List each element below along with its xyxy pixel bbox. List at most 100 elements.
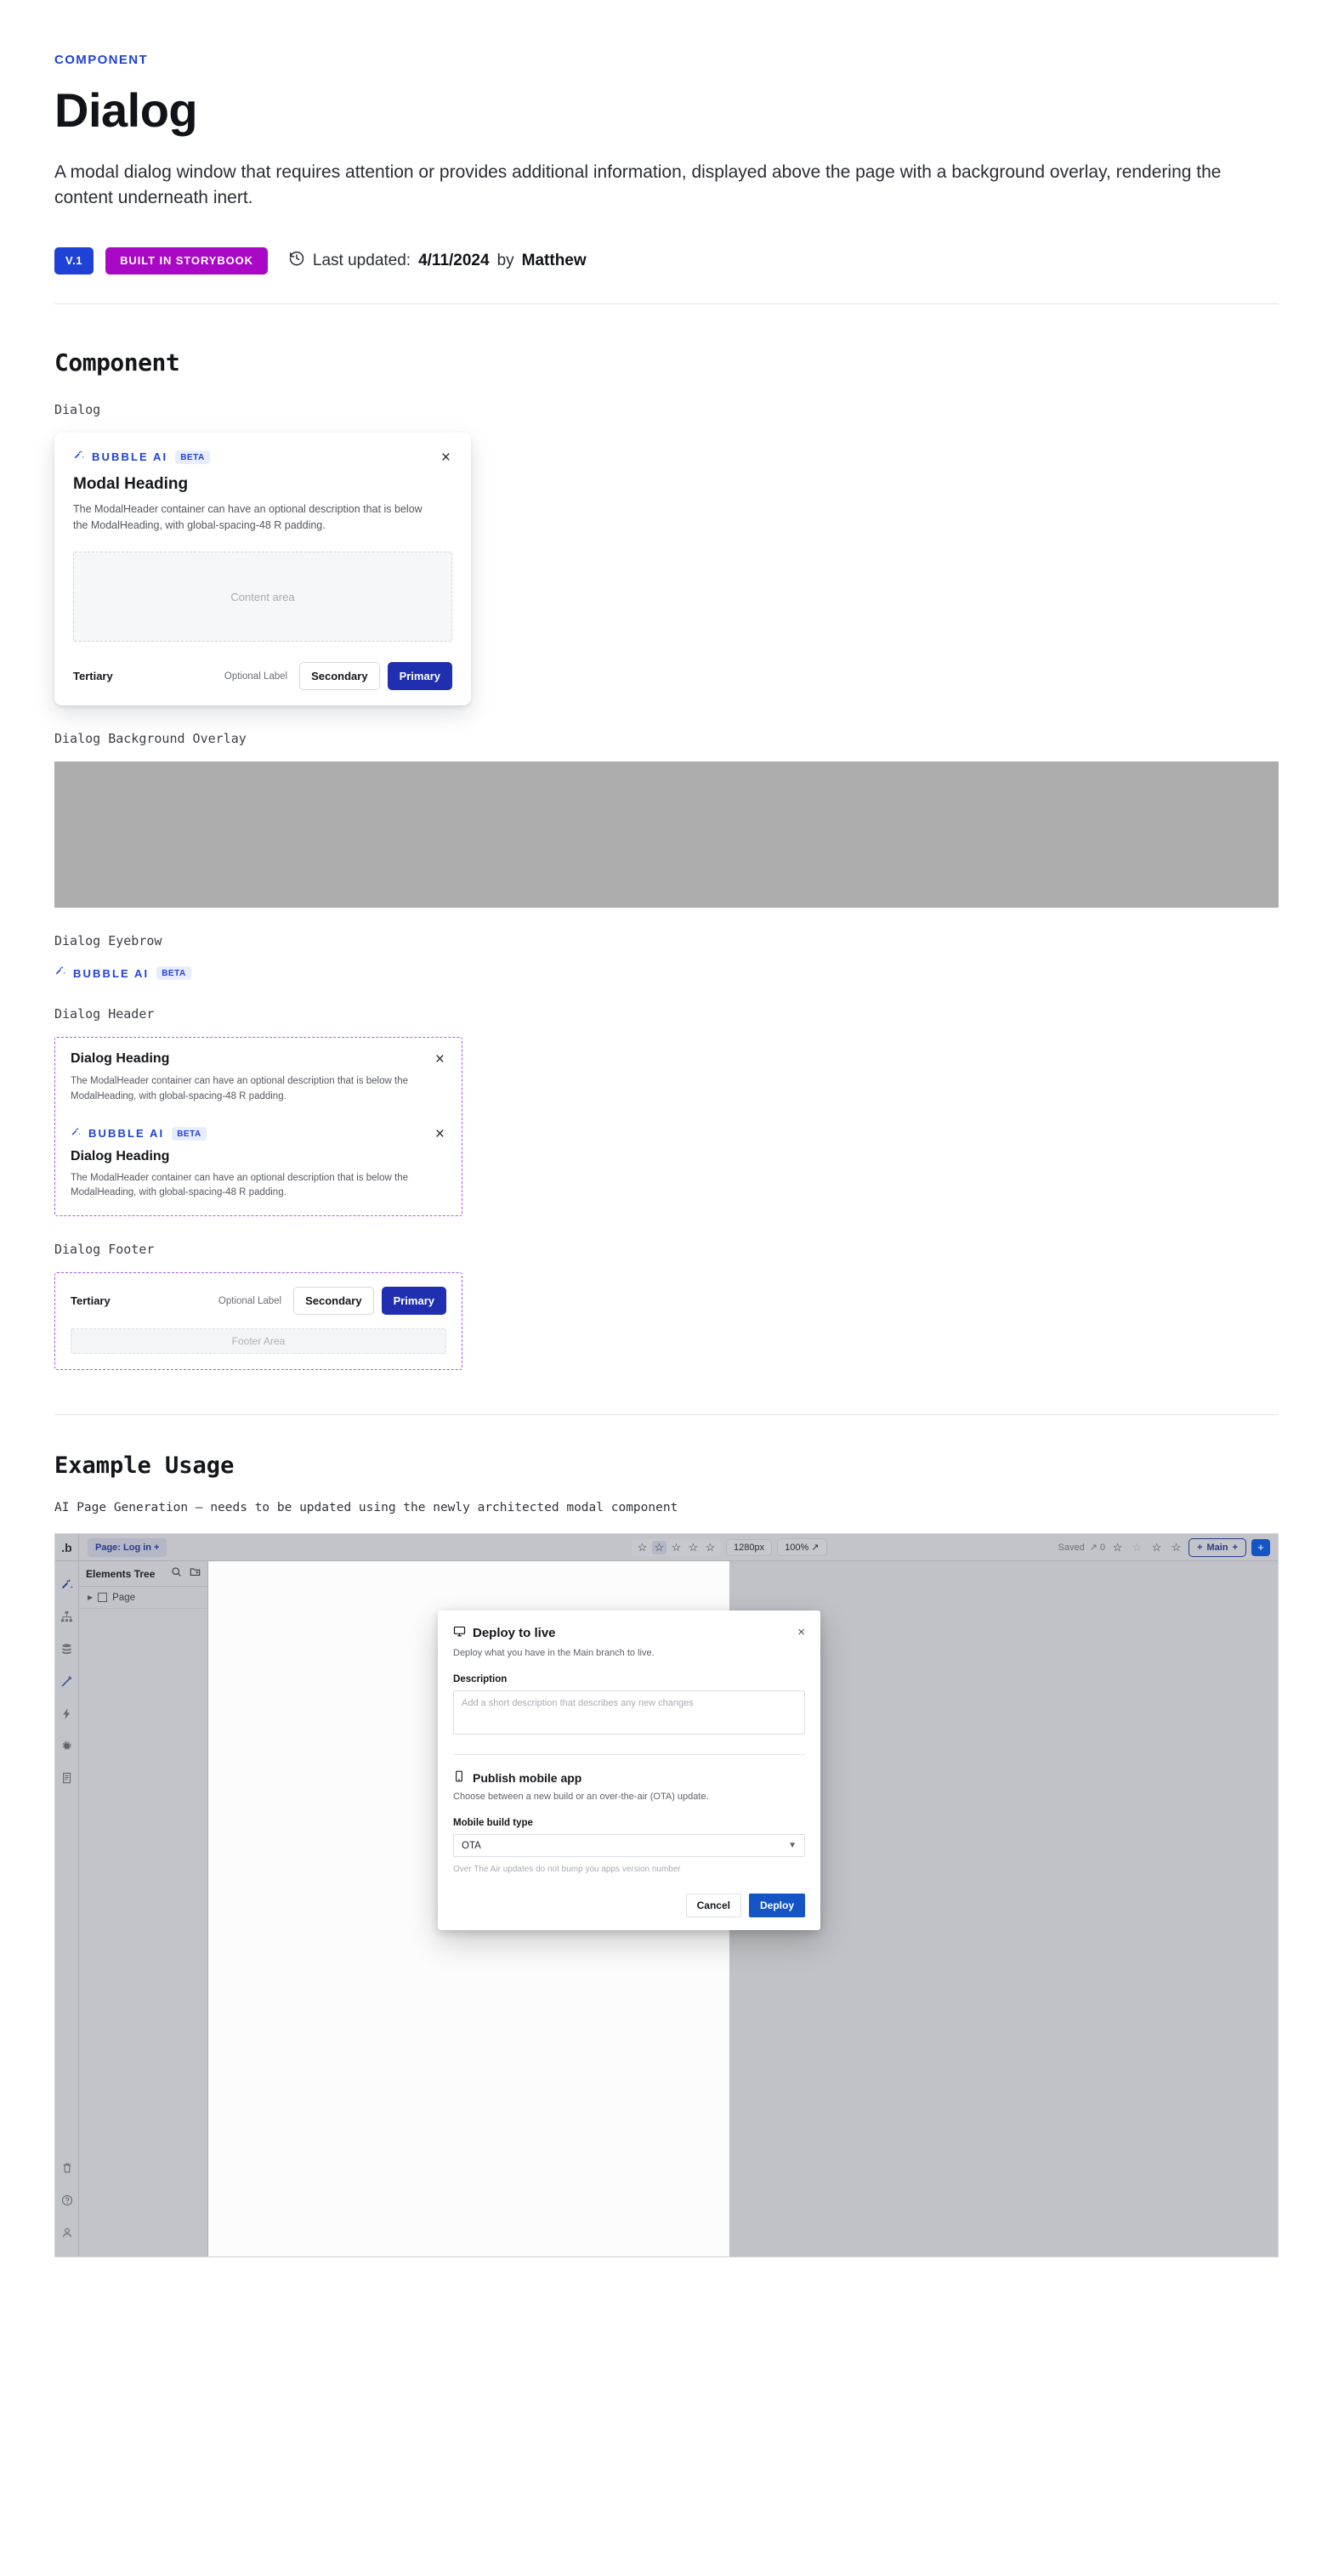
primary-button[interactable]: Primary [387, 662, 452, 691]
component-section-title: Component [54, 348, 180, 376]
deploy-modal-subtitle: Deploy what you have in the Main branch … [453, 1648, 655, 1659]
tertiary-button[interactable]: Tertiary [71, 1294, 111, 1307]
primary-button[interactable]: Primary [381, 1287, 446, 1316]
design-brush-icon[interactable] [55, 1665, 79, 1697]
viewport-width-button[interactable]: 1280px [726, 1538, 773, 1556]
label-eyebrow: Dialog Eyebrow [54, 933, 162, 949]
star-icon[interactable]: ☆ [1130, 1541, 1144, 1554]
build-type-hint: Over The Air updates do not bump you app… [453, 1865, 681, 1875]
optional-label: Optional Label [224, 671, 288, 682]
page-selector-chip[interactable]: Page: Log in + [88, 1537, 167, 1557]
database-icon[interactable] [55, 1633, 79, 1665]
beta-badge: BETA [175, 450, 210, 464]
clock-history-icon [288, 250, 305, 272]
tertiary-button[interactable]: Tertiary [73, 670, 113, 682]
cancel-button[interactable]: Cancel [685, 1894, 741, 1918]
dialog-component: BUBBLE AI BETA × Modal Heading The Modal… [54, 432, 471, 706]
optional-label: Optional Label [218, 1295, 282, 1306]
dialog-content-area: Content area [73, 552, 452, 643]
dialog-heading: Modal Heading [73, 474, 189, 493]
add-button[interactable]: + [1251, 1538, 1270, 1556]
page-chip-label: Page: Log in [95, 1542, 151, 1553]
dialog-footer: Tertiary Optional Label Secondary Primar… [73, 662, 452, 691]
star-icon[interactable]: ☆ [1169, 1541, 1183, 1554]
tree-item-label: Page [112, 1592, 136, 1603]
example-usage-title: Example Usage [54, 1452, 235, 1480]
spec-description: The ModalHeader container can have an op… [71, 1076, 408, 1101]
search-icon[interactable] [171, 1566, 182, 1582]
star-icon[interactable]: ☆ [669, 1541, 684, 1554]
description-input[interactable] [453, 1690, 805, 1735]
elements-tree-panel: Elements Tree ▶ Page [79, 1561, 208, 2257]
secondary-button[interactable]: Secondary [299, 662, 380, 691]
element-square-icon [98, 1593, 108, 1603]
dialog-eyebrow-label: BUBBLE AI [92, 450, 168, 464]
close-icon[interactable]: × [434, 1051, 446, 1067]
spec-heading: Dialog Heading [71, 1051, 170, 1067]
meta-row: V.1 BUILT IN STORYBOOK Last updated: 4/1… [54, 246, 1279, 275]
dialog-footer-spec: Tertiary Optional Label Secondary Primar… [54, 1272, 462, 1371]
content-area-label: Content area [230, 590, 295, 603]
deploy-modal-title-row: Deploy to live [453, 1625, 556, 1641]
secondary-button[interactable]: Secondary [293, 1287, 374, 1316]
label-dialog-header: Dialog Header [54, 1006, 155, 1022]
app-toolbar: .b Page: Log in + ☆ ☆ ☆ ☆ ☆ 1280px 100% … [55, 1534, 1278, 1562]
plus-icon: + [154, 1542, 160, 1553]
app-body: Elements Tree ▶ Page Deploy to live × De… [55, 1561, 1278, 2257]
star-icon[interactable]: ☆ [703, 1541, 718, 1554]
bubble-logo[interactable]: .b [55, 1534, 79, 1561]
app-left-rail [55, 1561, 79, 2257]
label-dialog-footer: Dialog Footer [54, 1242, 155, 1258]
deploy-to-live-modal: Deploy to live × Deploy what you have in… [438, 1611, 820, 1931]
account-icon[interactable] [55, 2216, 79, 2249]
mobile-phone-icon [453, 1770, 465, 1785]
magic-wand-icon[interactable] [55, 1568, 79, 1600]
magic-wand-icon [54, 965, 65, 981]
example-usage-caption: AI Page Generation — needs to be updated… [54, 1501, 678, 1515]
publish-mobile-title-row: Publish mobile app [453, 1770, 805, 1785]
magic-wand-icon [73, 450, 84, 465]
beta-badge: BETA [172, 1126, 207, 1141]
dialog-header-variant-ai: BUBBLE AI BETA × Dialog Heading The Moda… [71, 1126, 446, 1201]
star-icon[interactable]: ☆ [1149, 1541, 1164, 1554]
dialog-header: BUBBLE AI BETA × [73, 450, 452, 466]
tree-item-page[interactable]: ▶ Page [79, 1587, 207, 1610]
version-badge: V.1 [54, 246, 94, 275]
close-icon[interactable]: × [440, 450, 452, 466]
toolbar-right-group: ☆ ☆ ☆ ☆ ☆ 1280px 100% ↗ Saved ↗ 0 ☆ ☆ ☆ … [632, 1537, 1278, 1557]
build-type-label: Mobile build type [453, 1818, 533, 1829]
spec-description: The ModalHeader container can have an op… [71, 1172, 408, 1198]
deploy-button[interactable]: Deploy [748, 1894, 805, 1918]
page-description: A modal dialog window that requires atte… [54, 162, 1222, 208]
chevron-right-icon[interactable]: ▶ [88, 1594, 93, 1601]
branch-button[interactable]: + Main + [1188, 1537, 1246, 1557]
build-type-value: OTA [462, 1840, 481, 1851]
trash-icon[interactable] [55, 2152, 79, 2184]
publish-mobile-title: Publish mobile app [473, 1770, 582, 1785]
help-icon[interactable] [55, 2184, 79, 2216]
star-icon[interactable]: ☆ [686, 1541, 701, 1554]
star-icon[interactable]: ☆ [1110, 1541, 1125, 1554]
settings-gear-icon[interactable] [55, 1730, 79, 1762]
new-folder-icon[interactable] [190, 1566, 201, 1582]
star-icon[interactable]: ☆ [652, 1540, 666, 1554]
last-updated-date: 4/11/2024 [418, 251, 490, 269]
dialog-header-variant-plain: Dialog Heading × The ModalHeader contain… [71, 1051, 446, 1104]
workflow-icon[interactable] [55, 1697, 79, 1730]
zoom-level-button[interactable]: 100% ↗ [777, 1538, 827, 1557]
build-type-select[interactable]: OTA ▼ [453, 1834, 805, 1858]
close-icon[interactable]: × [434, 1126, 446, 1142]
elements-tree-icon[interactable] [55, 1600, 79, 1633]
footer-area-placeholder: Footer Area [71, 1328, 446, 1355]
publish-mobile-subtitle: Choose between a new build or an over-th… [453, 1792, 709, 1803]
page-eyebrow: COMPONENT [54, 53, 149, 67]
design-system-page: COMPONENT Dialog A modal dialog window t… [0, 0, 1333, 2291]
pages-icon[interactable] [55, 1762, 79, 1794]
storybook-badge[interactable]: BUILT IN STORYBOOK [105, 246, 268, 275]
rail-bottom-group [55, 2152, 79, 2256]
spec-eyebrow: BUBBLE AI BETA [71, 1126, 207, 1141]
star-icon[interactable]: ☆ [635, 1541, 649, 1554]
monitor-icon [453, 1625, 466, 1641]
chevron-down-icon: ▼ [788, 1841, 797, 1851]
close-icon[interactable]: × [797, 1625, 805, 1639]
